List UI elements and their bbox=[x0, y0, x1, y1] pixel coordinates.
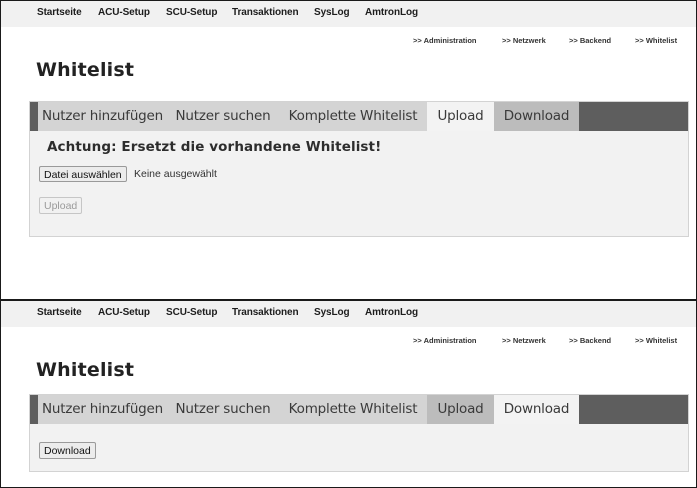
nav-item-startseite[interactable]: Startseite bbox=[37, 7, 82, 18]
breadcrumb-netzwerk[interactable]: >> Netzwerk bbox=[502, 336, 546, 345]
no-file-selected-text: Keine ausgewählt bbox=[134, 168, 217, 180]
breadcrumb-administration[interactable]: >> Administration bbox=[413, 36, 476, 45]
breadcrumb-whitelist[interactable]: >> Whitelist bbox=[635, 336, 677, 345]
download-content: Download bbox=[30, 424, 688, 471]
nav-item-startseite[interactable]: Startseite bbox=[37, 307, 82, 318]
tab-komplette-whitelist[interactable]: Komplette Whitelist bbox=[279, 102, 427, 131]
whitelist-panel: Nutzer hinzufügen Nutzer suchen Komplett… bbox=[29, 394, 689, 472]
top-navigation: Startseite ACU-Setup SCU-Setup Transakti… bbox=[1, 301, 696, 327]
nav-item-amtronlog[interactable]: AmtronLog bbox=[365, 307, 418, 318]
tab-nutzer-suchen[interactable]: Nutzer suchen bbox=[167, 395, 279, 424]
tab-bar: Nutzer hinzufügen Nutzer suchen Komplett… bbox=[30, 102, 688, 131]
upload-button[interactable]: Upload bbox=[39, 197, 83, 214]
tab-download[interactable]: Download bbox=[494, 395, 579, 424]
nav-item-transaktionen[interactable]: Transaktionen bbox=[232, 7, 299, 18]
tab-nutzer-hinzufuegen[interactable]: Nutzer hinzufügen bbox=[38, 395, 167, 424]
page-title: Whitelist bbox=[36, 359, 135, 381]
nav-item-syslog[interactable]: SysLog bbox=[314, 7, 350, 18]
nav-item-acu-setup[interactable]: ACU-Setup bbox=[98, 7, 150, 18]
upload-content: Achtung: Ersetzt die vorhandene Whitelis… bbox=[30, 131, 688, 236]
breadcrumb-backend[interactable]: >> Backend bbox=[569, 336, 611, 345]
tab-komplette-whitelist[interactable]: Komplette Whitelist bbox=[279, 395, 427, 424]
tab-upload[interactable]: Upload bbox=[427, 395, 494, 424]
breadcrumb-administration[interactable]: >> Administration bbox=[413, 336, 476, 345]
page-title: Whitelist bbox=[36, 59, 135, 81]
nav-item-scu-setup[interactable]: SCU-Setup bbox=[166, 307, 217, 318]
nav-item-transaktionen[interactable]: Transaktionen bbox=[232, 307, 299, 318]
breadcrumb-backend[interactable]: >> Backend bbox=[569, 36, 611, 45]
whitelist-panel: Nutzer hinzufügen Nutzer suchen Komplett… bbox=[29, 101, 689, 237]
download-screenshot: Startseite ACU-Setup SCU-Setup Transakti… bbox=[0, 299, 697, 488]
tab-bar: Nutzer hinzufügen Nutzer suchen Komplett… bbox=[30, 395, 688, 424]
upload-screenshot: Startseite ACU-Setup SCU-Setup Transakti… bbox=[0, 0, 697, 300]
download-button[interactable]: Download bbox=[39, 442, 96, 459]
tab-upload[interactable]: Upload bbox=[427, 102, 494, 131]
tab-download[interactable]: Download bbox=[494, 102, 579, 131]
nav-item-acu-setup[interactable]: ACU-Setup bbox=[98, 307, 150, 318]
nav-item-syslog[interactable]: SysLog bbox=[314, 307, 350, 318]
tab-nutzer-hinzufuegen[interactable]: Nutzer hinzufügen bbox=[38, 102, 167, 131]
nav-item-amtronlog[interactable]: AmtronLog bbox=[365, 7, 418, 18]
breadcrumb-whitelist[interactable]: >> Whitelist bbox=[635, 36, 677, 45]
tab-nutzer-suchen[interactable]: Nutzer suchen bbox=[167, 102, 279, 131]
top-navigation: Startseite ACU-Setup SCU-Setup Transakti… bbox=[1, 1, 696, 27]
choose-file-button[interactable]: Datei auswählen bbox=[39, 166, 127, 182]
replace-warning: Achtung: Ersetzt die vorhandene Whitelis… bbox=[47, 139, 382, 155]
breadcrumb-netzwerk[interactable]: >> Netzwerk bbox=[502, 36, 546, 45]
nav-item-scu-setup[interactable]: SCU-Setup bbox=[166, 7, 217, 18]
